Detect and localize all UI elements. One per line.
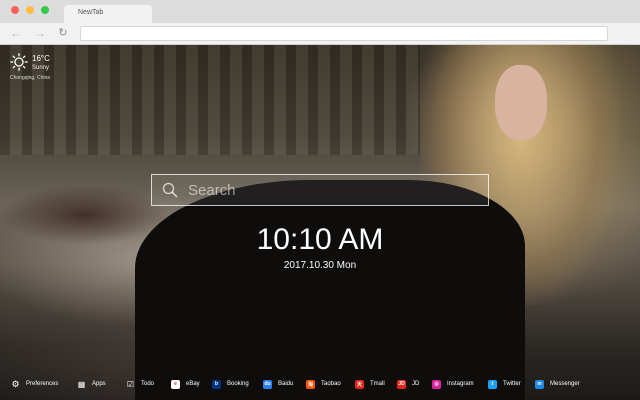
todo-label: Todo [141, 381, 155, 387]
shortcut-booking[interactable]: b Booking [212, 378, 249, 390]
shortcut-ebay[interactable]: e eBay [171, 378, 200, 390]
weather-widget[interactable]: 16°C Sunny Chongqing, China [10, 53, 80, 85]
shortcut-twitter[interactable]: t Twitter [488, 378, 521, 390]
shortcut-label: JD [412, 381, 420, 387]
weather-location: Chongqing, China [10, 75, 51, 81]
browser-toolbar: ← → ↻ [0, 23, 640, 45]
back-icon[interactable]: ← [9, 26, 23, 40]
twitter-icon: t [488, 379, 497, 389]
gear-icon: ⚙ [11, 378, 20, 389]
shortcut-instagram[interactable]: ◎ Instagram [432, 378, 474, 390]
ebay-icon: e [171, 379, 180, 389]
jd-icon: JD [397, 379, 406, 389]
address-bar[interactable] [80, 26, 608, 41]
instagram-icon: ◎ [432, 379, 441, 389]
tab-newtab[interactable]: NewTab [64, 5, 152, 23]
shortcut-label: Taobao [321, 381, 341, 387]
clock-date: 2017.10.30 Mon [283, 260, 357, 271]
wallpaper-shadow [0, 185, 170, 245]
sun-icon [10, 53, 28, 71]
shortcut-messenger[interactable]: m Messenger [535, 378, 580, 390]
preferences-label: Preferences [26, 381, 59, 387]
grid-icon: ▦ [77, 379, 86, 389]
search-box[interactable] [151, 174, 489, 206]
shortcut-label: Messenger [550, 381, 580, 387]
shortcut-tmall[interactable]: 天 Tmall [355, 378, 385, 390]
messenger-icon: m [535, 379, 544, 389]
shortcut-baidu[interactable]: du Baidu [263, 378, 293, 390]
taobao-icon: 淘 [306, 379, 315, 389]
reload-icon[interactable]: ↻ [56, 26, 70, 40]
shortcut-jd[interactable]: JD JD [397, 378, 419, 390]
shortcut-label: eBay [186, 381, 200, 387]
close-window-button[interactable] [11, 6, 19, 14]
weather-temperature: 16°C [32, 54, 50, 63]
weather-condition: Sunny [32, 65, 50, 71]
clock-time: 10:10 AM [256, 223, 384, 256]
apps-button[interactable]: ▦ Apps [77, 378, 106, 390]
search-input[interactable] [188, 175, 478, 205]
maximize-window-button[interactable] [41, 6, 49, 14]
shortcut-label: Instagram [447, 381, 474, 387]
shortcut-label: Baidu [278, 381, 294, 387]
checkbox-icon: ☑ [126, 379, 135, 389]
wallpaper-figure [495, 65, 547, 140]
booking-icon: b [212, 379, 221, 389]
apps-label: Apps [92, 381, 106, 387]
baidu-icon: du [263, 379, 272, 389]
todo-button[interactable]: ☑ Todo [126, 378, 154, 390]
shortcut-taobao[interactable]: 淘 Taobao [306, 378, 341, 390]
search-icon[interactable] [162, 182, 178, 198]
bottom-bar: ⚙ Preferences ▦ Apps ☑ Todo e eBay b Boo… [0, 375, 640, 392]
preferences-button[interactable]: ⚙ Preferences [11, 378, 58, 390]
shortcut-label: Tmall [370, 381, 385, 387]
minimize-window-button[interactable] [26, 6, 34, 14]
shortcut-label: Booking [227, 381, 249, 387]
browser-titlebar: NewTab [0, 0, 640, 23]
tmall-icon: 天 [355, 379, 364, 389]
tab-title: NewTab [78, 9, 104, 16]
forward-icon[interactable]: → [33, 26, 47, 40]
shortcut-label: Twitter [503, 381, 521, 387]
wallpaper-dark-area [135, 180, 525, 400]
